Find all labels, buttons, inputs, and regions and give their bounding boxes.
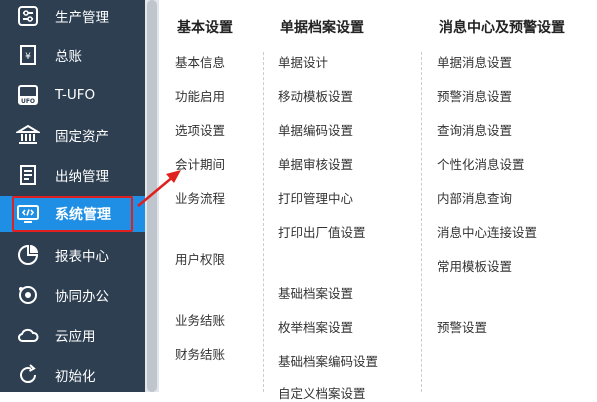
sidebar-item-fixed-assets[interactable]: 固定资产	[0, 116, 145, 154]
bank-icon	[15, 122, 41, 148]
svg-text:¥: ¥	[25, 52, 31, 62]
svg-text:UFO: UFO	[21, 98, 35, 105]
menu-link[interactable]: 选项设置	[175, 120, 225, 139]
sidebar: 生产管理 ¥ 总账 UFO T-UFO 固定资产 出纳管理 系统管理 报表中心 …	[0, 0, 145, 392]
sidebar-item-production[interactable]: 生产管理	[0, 0, 145, 35]
sidebar-item-ledger[interactable]: ¥ 总账	[0, 36, 145, 74]
column-divider	[421, 52, 422, 392]
menu-link[interactable]: 基础档案编码设置	[278, 351, 378, 370]
sidebar-item-label: 出纳管理	[55, 169, 109, 185]
column-divider	[263, 52, 264, 392]
ledger-icon: ¥	[15, 42, 41, 68]
menu-link[interactable]: 单据设计	[278, 52, 328, 71]
refresh-icon	[15, 362, 41, 388]
sidebar-item-label: T-UFO	[55, 87, 96, 103]
sidebar-item-t-ufo[interactable]: UFO T-UFO	[0, 76, 145, 114]
menu-link[interactable]: 常用模板设置	[437, 256, 512, 275]
menu-link[interactable]: 单据编码设置	[278, 120, 353, 139]
menu-link[interactable]: 财务结账	[175, 344, 225, 363]
menu-link[interactable]: 业务流程	[175, 188, 225, 207]
menu-link[interactable]: 枚举档案设置	[278, 317, 353, 336]
cloud-icon	[15, 322, 41, 348]
scrollbar-thumb[interactable]	[147, 0, 157, 392]
sidebar-item-label: 总账	[55, 49, 82, 65]
collaboration-icon	[15, 282, 41, 308]
col-title-document-settings: 单据档案设置	[280, 20, 364, 36]
sidebar-item-cashier[interactable]: 出纳管理	[0, 156, 145, 194]
system-management-menu: 基本设置 基本信息 功能启用 选项设置 会计期间 业务流程 用户权限 业务结账 …	[159, 0, 597, 401]
col-title-basic-settings: 基本设置	[177, 20, 233, 36]
menu-link[interactable]: 基本信息	[175, 52, 225, 71]
menu-link[interactable]: 预警设置	[437, 317, 487, 336]
pie-chart-icon	[15, 242, 41, 268]
sidebar-item-label: 云应用	[55, 329, 96, 345]
cashier-icon	[15, 162, 41, 188]
menu-link[interactable]: 个性化消息设置	[437, 154, 525, 173]
menu-link[interactable]: 会计期间	[175, 154, 225, 173]
sidebar-item-label: 生产管理	[55, 10, 109, 26]
sidebar-item-label: 协同办公	[55, 289, 109, 305]
menu-link[interactable]: 业务结账	[175, 310, 225, 329]
sidebar-item-initialize[interactable]: 初始化	[0, 356, 145, 394]
sidebar-item-label: 报表中心	[55, 249, 109, 265]
menu-link[interactable]: 消息中心连接设置	[437, 222, 537, 241]
menu-link[interactable]: 自定义档案设置	[278, 383, 366, 402]
menu-link[interactable]: 打印出厂值设置	[278, 222, 366, 241]
menu-link[interactable]: 内部消息查询	[437, 188, 512, 207]
sidebar-item-collaboration[interactable]: 协同办公	[0, 276, 145, 314]
menu-link[interactable]: 基础档案设置	[278, 283, 353, 302]
sidebar-item-report-center[interactable]: 报表中心	[0, 236, 145, 274]
menu-link[interactable]: 单据审核设置	[278, 154, 353, 173]
production-icon	[15, 3, 41, 29]
menu-link[interactable]: 功能启用	[175, 86, 225, 105]
menu-link[interactable]: 用户权限	[175, 249, 225, 268]
col-title-message-center: 消息中心及预警设置	[439, 20, 565, 36]
sidebar-item-label: 初始化	[55, 369, 96, 385]
sidebar-item-cloud-apps[interactable]: 云应用	[0, 316, 145, 354]
sidebar-item-label: 固定资产	[55, 129, 109, 145]
ufo-icon: UFO	[15, 82, 41, 108]
menu-link[interactable]: 查询消息设置	[437, 120, 512, 139]
menu-link[interactable]: 打印管理中心	[278, 188, 353, 207]
menu-link[interactable]: 预警消息设置	[437, 86, 512, 105]
menu-link[interactable]: 移动模板设置	[278, 86, 353, 105]
highlight-outline	[12, 196, 133, 232]
menu-link[interactable]: 单据消息设置	[437, 52, 512, 71]
